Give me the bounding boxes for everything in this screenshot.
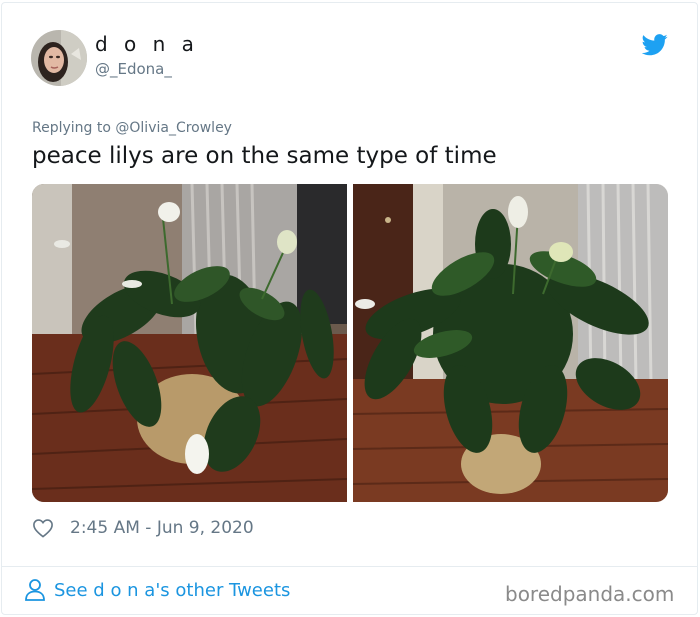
person-icon [25,579,45,601]
see-other-tweets-label: See d o n a's other Tweets [54,579,291,601]
tweet-timestamp[interactable]: 2:45 AM - Jun 9, 2020 [70,518,254,538]
user-handle[interactable]: @_Edona_ [95,60,172,78]
reply-to-link[interactable]: @Olivia_Crowley [115,120,232,136]
avatar[interactable] [31,30,87,86]
twitter-bird-icon[interactable] [642,34,668,56]
tweet-photo-drooping-plant[interactable] [32,184,347,502]
tweet-photo-upright-plant[interactable] [353,184,668,502]
footer-divider [1,566,698,567]
replying-to-line: Replying to @Olivia_Crowley [32,120,232,136]
tweet-text: peace lilys are on the same type of time [32,143,497,169]
see-other-tweets-link[interactable]: See d o n a's other Tweets [24,578,290,602]
heart-icon[interactable] [32,518,54,538]
boredpanda-watermark: boredpanda.com [505,582,675,606]
tweet-meta-row: 2:45 AM - Jun 9, 2020 [32,515,254,541]
reply-prefix: Replying to [32,120,111,136]
display-name[interactable]: d o n a [95,32,199,56]
